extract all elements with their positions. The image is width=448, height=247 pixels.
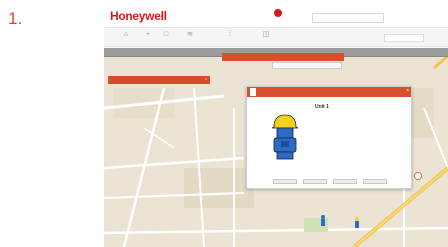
detail-tabs: × xyxy=(247,87,411,97)
tool-grid[interactable]: ⁞ xyxy=(216,30,244,46)
left-panel-header[interactable]: × xyxy=(108,76,210,84)
unit-detail-panel: × Unit 1 xyxy=(246,86,412,189)
location-pin-icon[interactable] xyxy=(414,172,422,180)
action-button[interactable] xyxy=(273,179,297,184)
close-icon[interactable]: × xyxy=(406,88,409,94)
tab-overview[interactable] xyxy=(250,88,256,96)
logo: Honeywell xyxy=(110,9,167,23)
tool-signal[interactable]: ≋ xyxy=(176,30,204,46)
popup-header[interactable] xyxy=(222,53,344,61)
step-number: 1. xyxy=(8,9,23,28)
map-controls[interactable] xyxy=(272,62,342,69)
toolbar: ⌂ + □ ≋ ⁞ ◫ xyxy=(104,27,448,47)
app-window: Honeywell ⌂ + □ ≋ ⁞ ◫ × × Unit 1 xyxy=(104,0,448,247)
action-button[interactable] xyxy=(363,179,387,184)
grid-icon: ⁞ xyxy=(229,31,231,38)
user-menu[interactable] xyxy=(404,14,410,19)
tool-layers[interactable]: ◫ xyxy=(252,30,280,46)
worker-marker-icon[interactable] xyxy=(320,215,326,227)
app-header: Honeywell xyxy=(104,0,448,27)
view-select[interactable] xyxy=(384,34,424,42)
signal-icon: ≋ xyxy=(187,31,193,38)
layers-icon: ◫ xyxy=(262,31,270,38)
action-button[interactable] xyxy=(303,179,327,184)
detail-actions xyxy=(273,179,403,185)
search-input[interactable] xyxy=(312,13,384,23)
alert-indicator[interactable] xyxy=(274,9,282,17)
action-button[interactable] xyxy=(333,179,357,184)
worker-marker-icon[interactable] xyxy=(354,217,360,229)
worker-avatar-icon xyxy=(271,114,299,160)
unit-title: Unit 1 xyxy=(315,104,329,110)
close-icon[interactable]: × xyxy=(205,76,207,81)
